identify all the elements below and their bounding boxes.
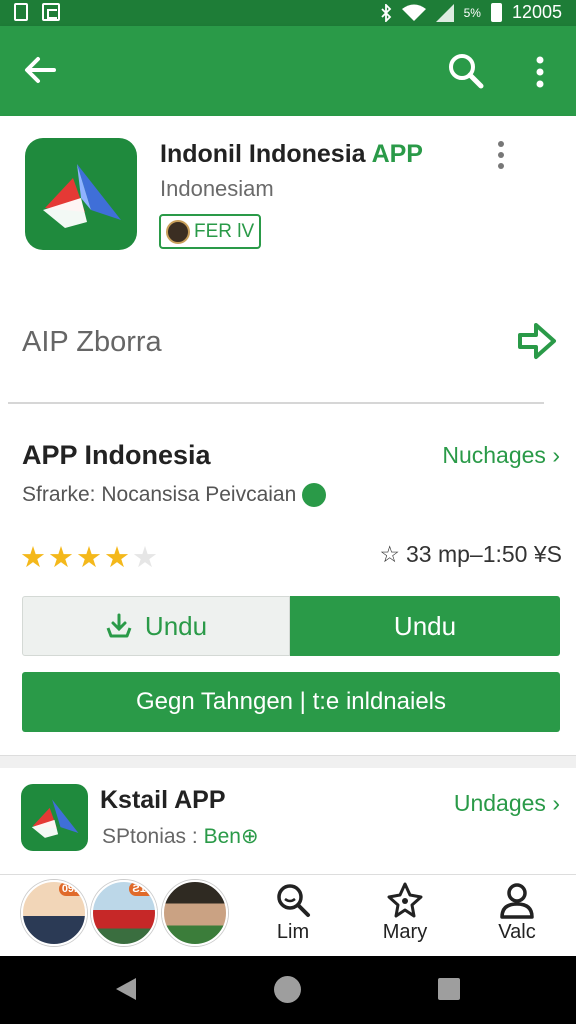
nav-item-label: Lim bbox=[276, 921, 310, 943]
related-app-sub-accent: Ben bbox=[203, 825, 241, 848]
related-app-link[interactable]: Undages › bbox=[454, 790, 560, 817]
related-app-subtitle: SPtonias : Ben⊕ bbox=[102, 824, 259, 849]
search-icon bbox=[277, 884, 310, 917]
sim-icon bbox=[14, 3, 28, 21]
rating-stars: ★ ★ ★ ★ ★ bbox=[20, 540, 158, 574]
related-app-title: Kstail APP bbox=[100, 786, 226, 814]
overflow-menu-icon[interactable] bbox=[494, 140, 508, 170]
nav-item-profile[interactable]: Valc bbox=[482, 881, 552, 944]
related-app-card[interactable]: Kstail APP Undages › SPtonias : Ben⊕ bbox=[0, 768, 576, 874]
related-app-link-label: Undages bbox=[453, 790, 546, 816]
section-gap bbox=[0, 756, 576, 768]
app-title: Indonil Indonesia APP bbox=[160, 140, 423, 169]
wide-action-button-label: Gegn Tahngen | t:e inldnaiels bbox=[135, 688, 447, 715]
app-size: ☆ 33 mp–1:50 ¥S bbox=[379, 541, 562, 568]
badge-label: FER lV bbox=[194, 220, 255, 242]
divider bbox=[8, 402, 544, 404]
back-arrow-icon[interactable] bbox=[20, 50, 60, 90]
bluetooth-icon bbox=[380, 3, 391, 22]
star-outline-icon: ☆ bbox=[379, 541, 400, 567]
nav-item-search[interactable]: Lim bbox=[258, 881, 328, 944]
app-logo-icon[interactable] bbox=[25, 138, 137, 250]
more-vert-icon[interactable] bbox=[524, 52, 556, 92]
details-title: APP Indonesia bbox=[22, 440, 211, 470]
signal-percent: 5% bbox=[463, 5, 481, 20]
share-arrow-icon[interactable] bbox=[514, 319, 558, 363]
changes-link[interactable]: Nuchages › bbox=[442, 442, 560, 469]
related-app-icon[interactable] bbox=[21, 784, 88, 851]
app-developer[interactable]: Indonesiam bbox=[160, 176, 274, 202]
diamond-icon bbox=[387, 882, 423, 918]
badge-avatar bbox=[166, 219, 190, 244]
signal-icon bbox=[435, 3, 454, 22]
chevron-right-icon: › bbox=[552, 442, 560, 468]
download-button-secondary-label: Undu bbox=[144, 610, 208, 641]
details-description: Sfrarke: Nocansisa Peivcaian bbox=[22, 483, 327, 507]
details-description-text: Sfrarke: Nocansisa Peivcaian bbox=[22, 483, 297, 506]
home-nav-icon[interactable] bbox=[274, 976, 301, 1003]
wifi-icon bbox=[401, 4, 426, 21]
person-icon bbox=[500, 883, 534, 919]
star-empty-icon: ★ bbox=[132, 540, 158, 574]
app-bar bbox=[0, 26, 576, 116]
bottom-navigation: 09K Ƨ15 Lim Mary Valc bbox=[0, 874, 576, 956]
battery-icon bbox=[490, 3, 502, 22]
system-navigation-bar bbox=[0, 956, 576, 1024]
status-bar: 5% 12005 bbox=[0, 0, 576, 26]
download-button-secondary[interactable]: Undu bbox=[22, 596, 290, 656]
leaf-icon bbox=[302, 483, 327, 507]
avatar-badge: Ƨ15 bbox=[129, 882, 155, 896]
hash-icon: ⊕ bbox=[240, 825, 259, 848]
download-button-primary-label: Undu bbox=[393, 610, 457, 641]
chevron-right-icon: › bbox=[552, 790, 560, 816]
related-app-sub-prefix: SPtonias : bbox=[102, 825, 204, 848]
user-avatar[interactable]: 09K bbox=[21, 880, 87, 946]
avatar-badge: 09K bbox=[58, 882, 85, 896]
star-icon: ★ bbox=[20, 540, 46, 574]
app-title-accent: APP bbox=[371, 140, 423, 168]
user-avatar[interactable]: Ƨ15 bbox=[91, 880, 157, 946]
nav-item-label: Valc bbox=[498, 921, 536, 943]
gallery-icon bbox=[42, 3, 60, 21]
section-label: AIP Zborra bbox=[22, 326, 162, 358]
changes-link-label: Nuchages bbox=[442, 442, 546, 468]
star-icon: ★ bbox=[48, 540, 74, 574]
user-avatar[interactable] bbox=[162, 880, 228, 946]
nav-item-label: Mary bbox=[382, 921, 428, 943]
star-icon: ★ bbox=[104, 540, 130, 574]
download-button-primary[interactable]: Undu bbox=[290, 596, 560, 656]
status-time: 12005 bbox=[511, 2, 562, 22]
wide-action-button[interactable]: Gegn Tahngen | t:e inldnaiels bbox=[22, 672, 560, 732]
app-size-text: 33 mp–1:50 ¥S bbox=[405, 541, 562, 567]
content-rating-badge: FER lV bbox=[159, 214, 261, 249]
app-detail-card: Indonil Indonesia APP Indonesiam FER lV … bbox=[0, 116, 576, 756]
download-icon bbox=[106, 613, 132, 638]
back-nav-icon[interactable] bbox=[116, 978, 136, 1000]
app-title-main: Indonil Indonesia bbox=[160, 140, 372, 168]
nav-item-mary[interactable]: Mary bbox=[370, 881, 440, 944]
search-icon[interactable] bbox=[445, 50, 487, 92]
star-icon: ★ bbox=[76, 540, 102, 574]
recents-nav-icon[interactable] bbox=[438, 978, 460, 1000]
